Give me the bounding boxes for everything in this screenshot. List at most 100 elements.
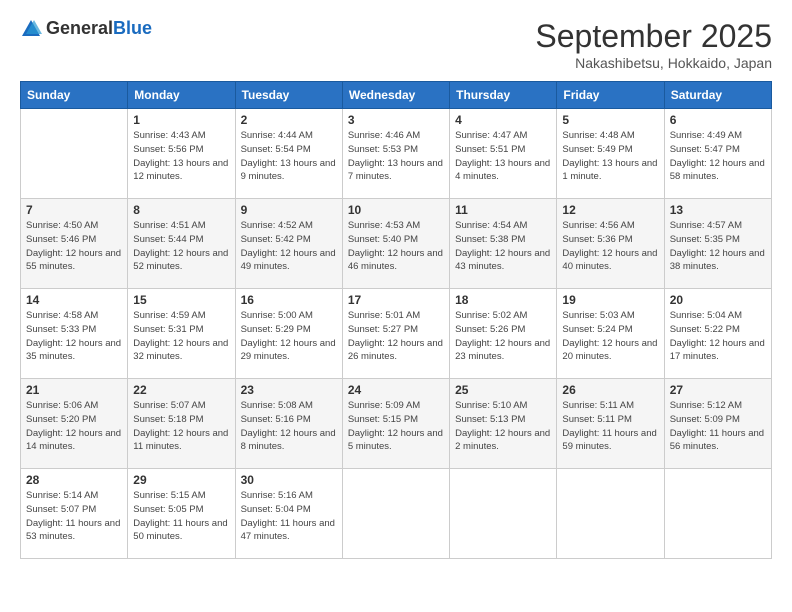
calendar-cell: 29 Sunrise: 5:15 AM Sunset: 5:05 PM Dayli…: [128, 469, 235, 559]
logo-blue: Blue: [113, 18, 152, 38]
day-info: Sunrise: 5:16 AM Sunset: 5:04 PM Dayligh…: [241, 489, 337, 544]
day-info: Sunrise: 5:01 AM Sunset: 5:27 PM Dayligh…: [348, 309, 444, 364]
day-number: 23: [241, 383, 337, 397]
day-info: Sunrise: 4:56 AM Sunset: 5:36 PM Dayligh…: [562, 219, 658, 274]
day-info: Sunrise: 5:14 AM Sunset: 5:07 PM Dayligh…: [26, 489, 122, 544]
calendar-cell: [342, 469, 449, 559]
day-number: 18: [455, 293, 551, 307]
day-info: Sunrise: 4:43 AM Sunset: 5:56 PM Dayligh…: [133, 129, 229, 184]
day-info: Sunrise: 4:53 AM Sunset: 5:40 PM Dayligh…: [348, 219, 444, 274]
day-info: Sunrise: 5:06 AM Sunset: 5:20 PM Dayligh…: [26, 399, 122, 454]
calendar-cell: [21, 109, 128, 199]
day-number: 19: [562, 293, 658, 307]
calendar-cell: 18 Sunrise: 5:02 AM Sunset: 5:26 PM Dayli…: [450, 289, 557, 379]
calendar-cell: 27 Sunrise: 5:12 AM Sunset: 5:09 PM Dayli…: [664, 379, 771, 469]
calendar-cell: 30 Sunrise: 5:16 AM Sunset: 5:04 PM Dayli…: [235, 469, 342, 559]
day-number: 11: [455, 203, 551, 217]
day-number: 29: [133, 473, 229, 487]
header-cell-monday: Monday: [128, 82, 235, 109]
day-number: 15: [133, 293, 229, 307]
calendar-cell: 26 Sunrise: 5:11 AM Sunset: 5:11 PM Dayli…: [557, 379, 664, 469]
day-number: 21: [26, 383, 122, 397]
day-number: 22: [133, 383, 229, 397]
calendar-cell: 19 Sunrise: 5:03 AM Sunset: 5:24 PM Dayli…: [557, 289, 664, 379]
header-cell-saturday: Saturday: [664, 82, 771, 109]
header-cell-sunday: Sunday: [21, 82, 128, 109]
day-info: Sunrise: 4:58 AM Sunset: 5:33 PM Dayligh…: [26, 309, 122, 364]
day-number: 20: [670, 293, 766, 307]
day-number: 10: [348, 203, 444, 217]
day-number: 5: [562, 113, 658, 127]
calendar-cell: 24Sunrise: 5:09 AM Sunset: 5:15 PM Dayli…: [342, 379, 449, 469]
day-info: Sunrise: 5:02 AM Sunset: 5:26 PM Dayligh…: [455, 309, 551, 364]
calendar-cell: 11 Sunrise: 4:54 AM Sunset: 5:38 PM Dayli…: [450, 199, 557, 289]
day-info: Sunrise: 5:15 AM Sunset: 5:05 PM Dayligh…: [133, 489, 229, 544]
day-info: Sunrise: 5:09 AM Sunset: 5:15 PM Dayligh…: [348, 399, 444, 454]
day-number: 8: [133, 203, 229, 217]
day-info: Sunrise: 4:44 AM Sunset: 5:54 PM Dayligh…: [241, 129, 337, 184]
day-number: 17: [348, 293, 444, 307]
logo: GeneralBlue: [20, 18, 152, 40]
calendar-cell: 23 Sunrise: 5:08 AM Sunset: 5:16 PM Dayli…: [235, 379, 342, 469]
day-info: Sunrise: 5:04 AM Sunset: 5:22 PM Dayligh…: [670, 309, 766, 364]
calendar-cell: 20 Sunrise: 5:04 AM Sunset: 5:22 PM Dayli…: [664, 289, 771, 379]
day-info: Sunrise: 4:48 AM Sunset: 5:49 PM Dayligh…: [562, 129, 658, 184]
calendar-cell: 5 Sunrise: 4:48 AM Sunset: 5:49 PM Daylig…: [557, 109, 664, 199]
day-info: Sunrise: 5:11 AM Sunset: 5:11 PM Dayligh…: [562, 399, 658, 454]
day-info: Sunrise: 4:59 AM Sunset: 5:31 PM Dayligh…: [133, 309, 229, 364]
calendar-cell: 9 Sunrise: 4:52 AM Sunset: 5:42 PM Daylig…: [235, 199, 342, 289]
calendar-row: 14 Sunrise: 4:58 AM Sunset: 5:33 PM Dayli…: [21, 289, 772, 379]
header-cell-friday: Friday: [557, 82, 664, 109]
day-number: 26: [562, 383, 658, 397]
day-number: 2: [241, 113, 337, 127]
header-cell-thursday: Thursday: [450, 82, 557, 109]
calendar-cell: 13 Sunrise: 4:57 AM Sunset: 5:35 PM Dayli…: [664, 199, 771, 289]
calendar-table: SundayMondayTuesdayWednesdayThursdayFrid…: [20, 81, 772, 559]
day-info: Sunrise: 4:50 AM Sunset: 5:46 PM Dayligh…: [26, 219, 122, 274]
calendar-row: 7 Sunrise: 4:50 AM Sunset: 5:46 PM Daylig…: [21, 199, 772, 289]
calendar-cell: 15 Sunrise: 4:59 AM Sunset: 5:31 PM Dayli…: [128, 289, 235, 379]
calendar-cell: 16 Sunrise: 5:00 AM Sunset: 5:29 PM Dayli…: [235, 289, 342, 379]
day-info: Sunrise: 5:10 AM Sunset: 5:13 PM Dayligh…: [455, 399, 551, 454]
day-number: 7: [26, 203, 122, 217]
day-info: Sunrise: 4:46 AM Sunset: 5:53 PM Dayligh…: [348, 129, 444, 184]
day-number: 25: [455, 383, 551, 397]
location-title: Nakashibetsu, Hokkaido, Japan: [535, 55, 772, 71]
page-header: GeneralBlue September 2025 Nakashibetsu,…: [20, 18, 772, 71]
day-info: Sunrise: 5:07 AM Sunset: 5:18 PM Dayligh…: [133, 399, 229, 454]
header-row: SundayMondayTuesdayWednesdayThursdayFrid…: [21, 82, 772, 109]
day-info: Sunrise: 5:03 AM Sunset: 5:24 PM Dayligh…: [562, 309, 658, 364]
day-number: 16: [241, 293, 337, 307]
logo-icon: [20, 18, 42, 40]
month-title: September 2025: [535, 18, 772, 55]
day-info: Sunrise: 5:00 AM Sunset: 5:29 PM Dayligh…: [241, 309, 337, 364]
day-info: Sunrise: 5:08 AM Sunset: 5:16 PM Dayligh…: [241, 399, 337, 454]
day-info: Sunrise: 4:47 AM Sunset: 5:51 PM Dayligh…: [455, 129, 551, 184]
calendar-cell: 14 Sunrise: 4:58 AM Sunset: 5:33 PM Dayli…: [21, 289, 128, 379]
calendar-cell: 17 Sunrise: 5:01 AM Sunset: 5:27 PM Dayli…: [342, 289, 449, 379]
day-number: 6: [670, 113, 766, 127]
calendar-row: 28 Sunrise: 5:14 AM Sunset: 5:07 PM Dayli…: [21, 469, 772, 559]
calendar-cell: 6Sunrise: 4:49 AM Sunset: 5:47 PM Daylig…: [664, 109, 771, 199]
calendar-cell: 22 Sunrise: 5:07 AM Sunset: 5:18 PM Dayli…: [128, 379, 235, 469]
day-info: Sunrise: 5:12 AM Sunset: 5:09 PM Dayligh…: [670, 399, 766, 454]
day-number: 13: [670, 203, 766, 217]
calendar-cell: 1Sunrise: 4:43 AM Sunset: 5:56 PM Daylig…: [128, 109, 235, 199]
calendar-cell: [664, 469, 771, 559]
calendar-cell: [557, 469, 664, 559]
day-number: 28: [26, 473, 122, 487]
day-info: Sunrise: 4:52 AM Sunset: 5:42 PM Dayligh…: [241, 219, 337, 274]
day-info: Sunrise: 4:57 AM Sunset: 5:35 PM Dayligh…: [670, 219, 766, 274]
calendar-cell: 25 Sunrise: 5:10 AM Sunset: 5:13 PM Dayli…: [450, 379, 557, 469]
day-number: 30: [241, 473, 337, 487]
day-info: Sunrise: 4:51 AM Sunset: 5:44 PM Dayligh…: [133, 219, 229, 274]
day-number: 9: [241, 203, 337, 217]
day-number: 27: [670, 383, 766, 397]
day-info: Sunrise: 4:54 AM Sunset: 5:38 PM Dayligh…: [455, 219, 551, 274]
day-number: 3: [348, 113, 444, 127]
calendar-cell: 7 Sunrise: 4:50 AM Sunset: 5:46 PM Daylig…: [21, 199, 128, 289]
calendar-cell: 3 Sunrise: 4:46 AM Sunset: 5:53 PM Daylig…: [342, 109, 449, 199]
logo-general: General: [46, 18, 113, 38]
calendar-cell: 4Sunrise: 4:47 AM Sunset: 5:51 PM Daylig…: [450, 109, 557, 199]
day-number: 14: [26, 293, 122, 307]
